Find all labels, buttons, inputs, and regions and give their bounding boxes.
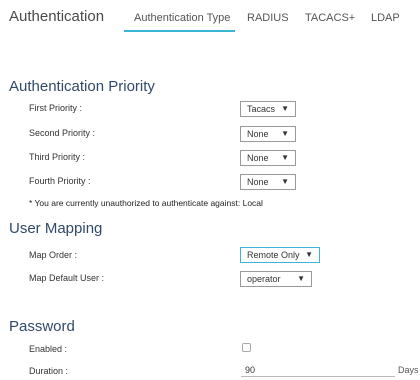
first-priority-label: First Priority : [29, 103, 82, 113]
triangle-down-icon: ▼ [281, 129, 289, 138]
triangle-down-icon: ▼ [297, 274, 305, 283]
fourth-priority-label: Fourth Priority : [29, 176, 91, 186]
tab-radius[interactable]: RADIUS [247, 12, 289, 24]
second-priority-value: None [247, 129, 269, 139]
map-default-user-value: operator [247, 274, 281, 284]
tab-ldap[interactable]: LDAP [371, 12, 400, 24]
triangle-down-icon: ▼ [281, 177, 289, 186]
map-order-select[interactable]: Remote Only ▼ [240, 247, 320, 263]
triangle-down-icon: ▼ [281, 104, 289, 113]
map-default-user-select[interactable]: operator ▼ [240, 271, 312, 287]
password-enabled-checkbox[interactable] [242, 343, 251, 352]
password-duration-label: Duration : [29, 366, 69, 376]
map-default-user-label: Map Default User : [29, 273, 105, 283]
tab-tacacs[interactable]: TACACS+ [305, 12, 355, 24]
page-title: Authentication [9, 8, 105, 25]
password-duration-input[interactable] [241, 363, 395, 377]
password-enabled-label: Enabled : [29, 344, 68, 354]
section-title-user-mapping: User Mapping [9, 220, 103, 237]
section-title-password: Password [9, 318, 75, 335]
map-order-value: Remote Only [247, 250, 300, 260]
second-priority-select[interactable]: None ▼ [240, 126, 296, 142]
third-priority-select[interactable]: None ▼ [240, 150, 296, 166]
unauthorized-note: * You are currently unauthorized to auth… [29, 198, 263, 208]
first-priority-value: Tacacs [247, 104, 276, 114]
third-priority-label: Third Priority : [29, 152, 86, 162]
fourth-priority-select[interactable]: None ▼ [240, 174, 296, 190]
triangle-down-icon: ▼ [305, 250, 313, 259]
map-order-label: Map Order : [29, 250, 78, 260]
triangle-down-icon: ▼ [281, 153, 289, 162]
fourth-priority-value: None [247, 177, 269, 187]
active-tab-indicator [124, 30, 235, 32]
second-priority-label: Second Priority : [29, 128, 96, 138]
section-title-authentication-priority: Authentication Priority [9, 78, 155, 95]
tab-authentication-type[interactable]: Authentication Type [134, 12, 230, 24]
duration-unit-label: Days [398, 365, 419, 375]
third-priority-value: None [247, 153, 269, 163]
first-priority-select[interactable]: Tacacs ▼ [240, 101, 296, 117]
